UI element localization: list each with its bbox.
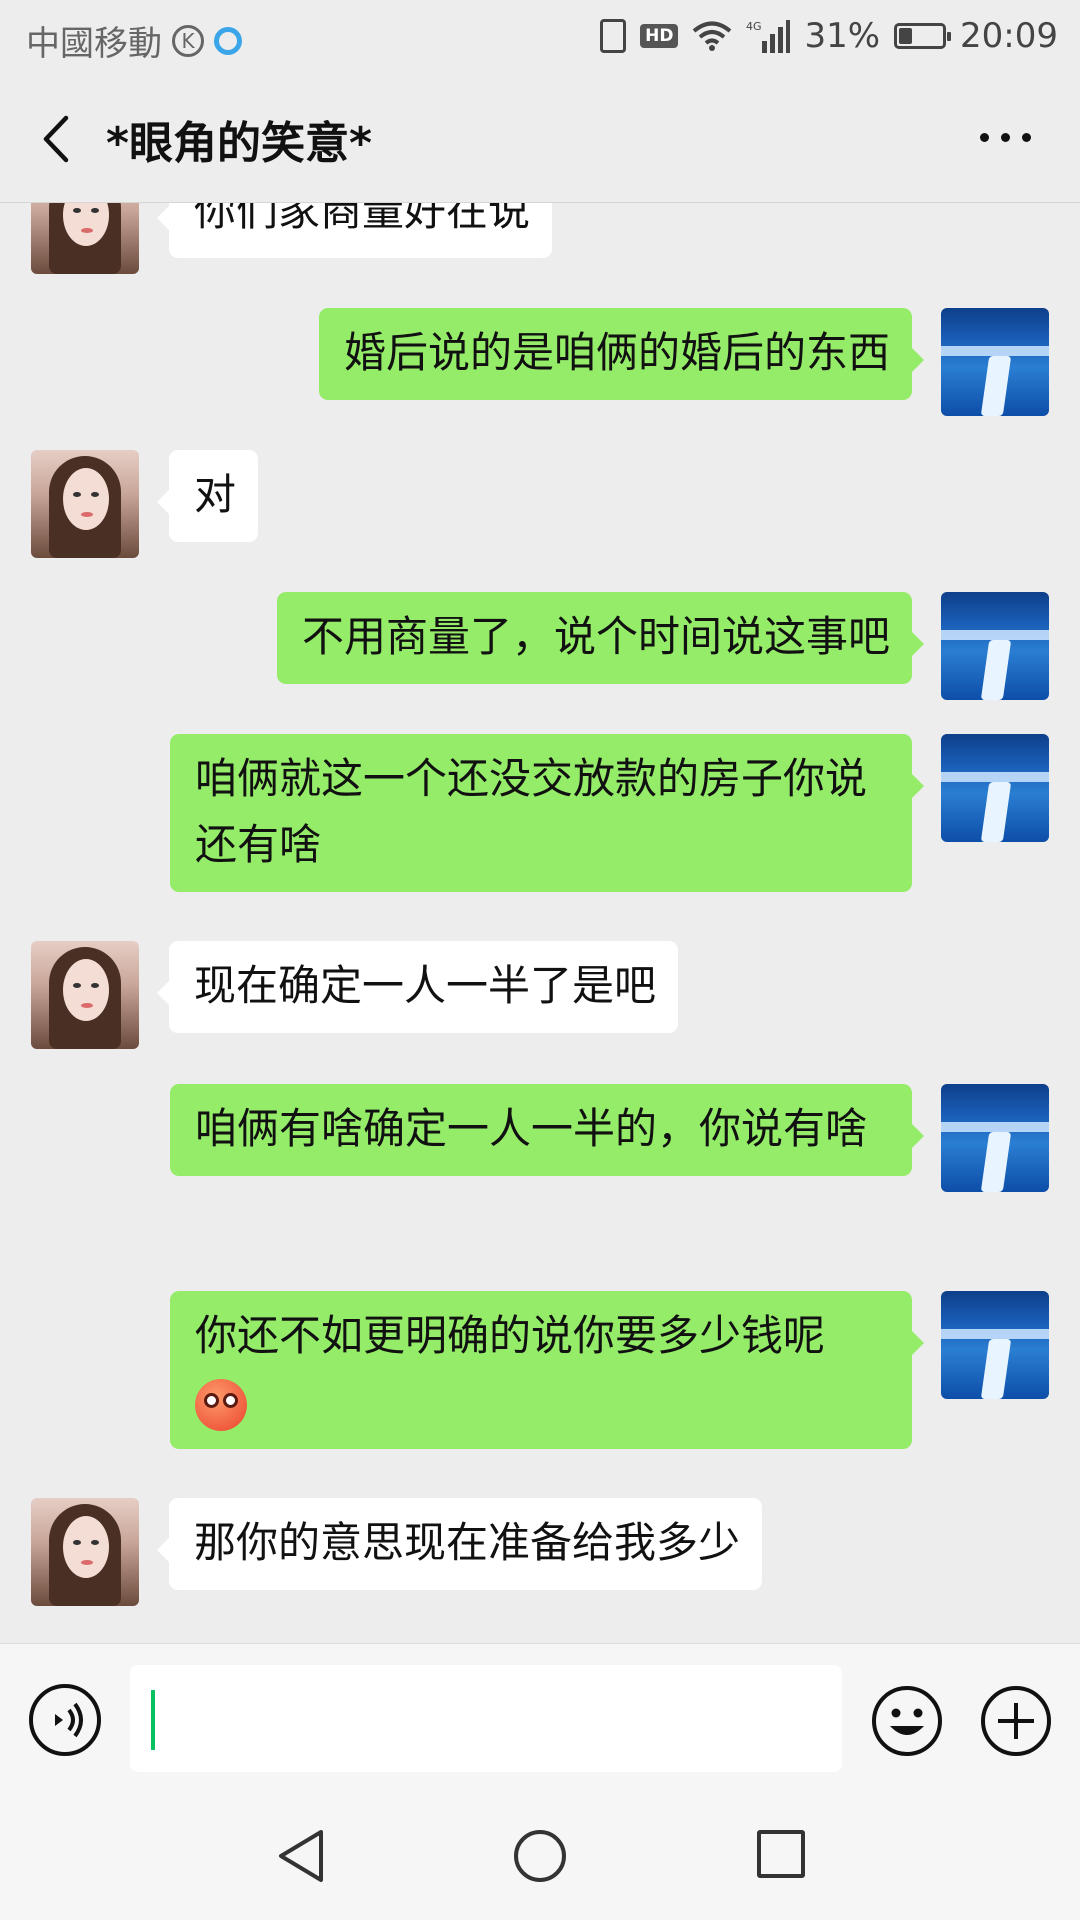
my-avatar[interactable] [941,734,1049,842]
incoming-message-bubble[interactable]: 现在确定一人一半了是吧 [156,941,679,1033]
battery-percent: 31% [804,16,881,56]
contact-avatar[interactable] [31,1498,139,1606]
contact-avatar[interactable] [31,203,139,274]
k-badge-icon: K [172,24,204,57]
outgoing-message-bubble[interactable]: 婚后说的是咱俩的婚后的东西 [318,308,925,400]
vibrate-icon [600,19,627,53]
battery-icon [894,23,952,49]
back-icon[interactable] [36,112,86,166]
system-navigation-bar [0,1796,1080,1920]
message-text: 你还不如更明确的说你要多少钱呢 [195,1311,826,1360]
status-indicators: HD 4G 31% 20:09 [600,16,1058,56]
app-notification-icon [214,26,242,55]
nav-home-icon[interactable] [512,1828,568,1884]
status-bar: 中國移動 K HD 4G 31% 20:09 [0,0,1080,74]
signal-icon: 4G [746,19,791,53]
outgoing-message-bubble[interactable]: 你还不如更明确的说你要多少钱呢 [170,1291,924,1449]
my-avatar[interactable] [941,592,1049,700]
emoji-icon[interactable] [870,1684,944,1758]
my-avatar[interactable] [941,308,1049,416]
my-avatar[interactable] [941,1291,1049,1399]
more-icon[interactable] [980,126,1040,148]
nav-recents-icon[interactable] [757,1830,805,1878]
incoming-message-bubble[interactable]: 那你的意思现在准备给我多少 [156,1498,763,1590]
incoming-message-bubble[interactable]: 对 [156,450,259,542]
chat-input-bar [0,1643,1080,1797]
voice-icon[interactable] [29,1684,101,1756]
outgoing-message-bubble[interactable]: 咱俩就这一个还没交放款的房子你说还有啥 [170,734,924,892]
contact-avatar[interactable] [31,450,139,558]
message-input[interactable] [130,1665,842,1772]
chat-header: *眼角的笑意* [0,74,1080,203]
wifi-icon [692,20,732,52]
chat-title: *眼角的笑意* [106,118,373,169]
plus-icon[interactable] [979,1684,1053,1758]
my-avatar[interactable] [941,1084,1049,1192]
contact-avatar[interactable] [31,941,139,1049]
text-cursor [151,1690,155,1750]
outgoing-message-bubble[interactable]: 不用商量了，说个时间说这事吧 [276,592,925,684]
carrier-name: 中國移動 [26,24,162,64]
outgoing-message-bubble[interactable]: 咱俩有啥确定一人一半的，你说有啥 [170,1084,924,1176]
hd-icon: HD [640,24,679,48]
carrier-group: 中國移動 K [26,16,242,65]
incoming-message-bubble[interactable]: 你们家商量好在说 [156,203,553,258]
battery-level [899,28,913,44]
clock: 20:09 [960,16,1058,56]
nav-back-icon[interactable] [273,1826,329,1886]
flushed-face-icon [195,1378,247,1431]
network-type: 4G [746,20,762,33]
message-list[interactable]: 你们家商量好在说 婚后说的是咱俩的婚后的东西 对 不用商量了，说个时间说这事吧 … [0,203,1080,1643]
